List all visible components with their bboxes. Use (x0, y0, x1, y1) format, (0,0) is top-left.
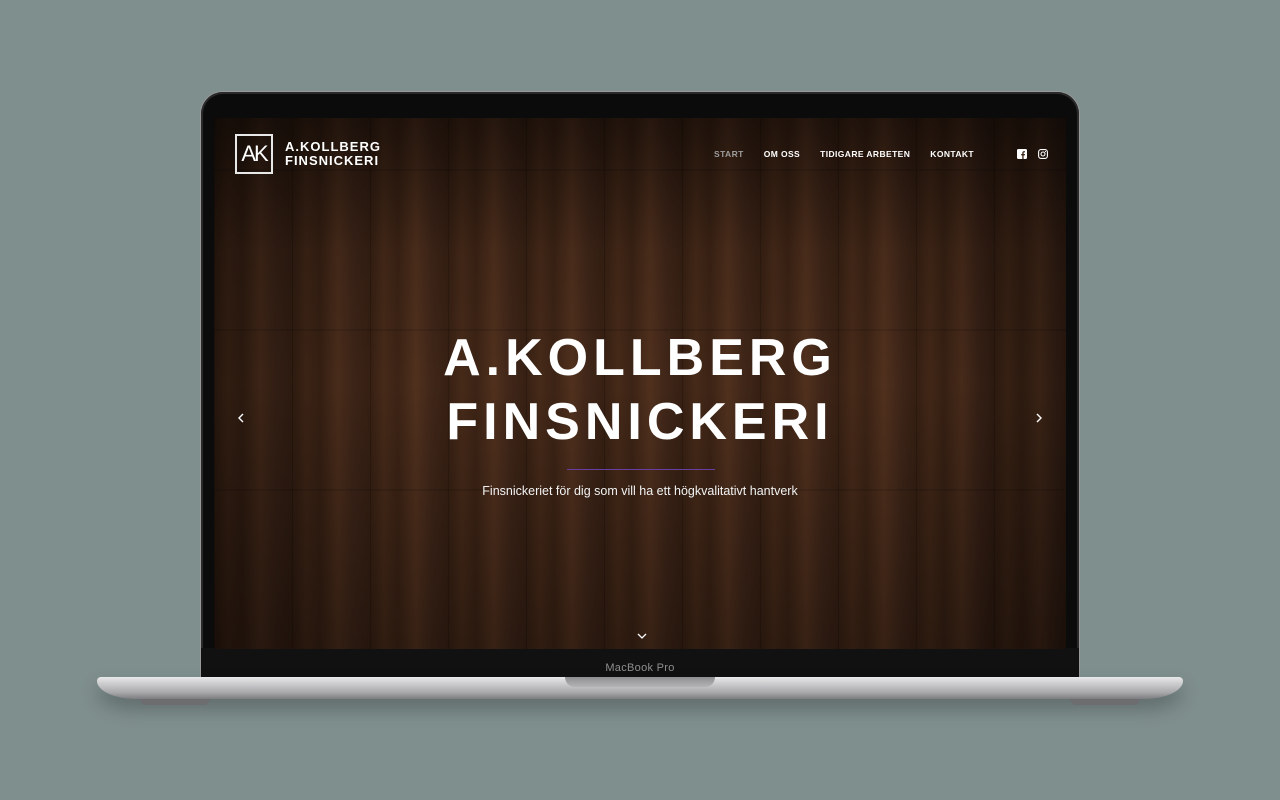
hero-title-line-2: FINSNICKERI (446, 393, 834, 451)
hero-divider (567, 469, 715, 470)
device-model-label: MacBook Pro (605, 662, 675, 674)
social-links (1016, 148, 1048, 159)
logo-line-2: FINSNICKERI (285, 153, 380, 168)
website-screen: AK A.KOLLBERG FINSNICKERI START OM OSS T… (214, 118, 1066, 649)
nav-item-kontakt[interactable]: KONTAKT (930, 149, 974, 159)
scroll-down-chevron-icon[interactable] (635, 629, 649, 643)
nav-item-tidigare-arbeten[interactable]: TIDIGARE ARBETEN (820, 149, 910, 159)
main-nav: START OM OSS TIDIGARE ARBETEN KONTAKT (714, 149, 974, 159)
instagram-icon[interactable] (1037, 148, 1048, 159)
hero-title-line-1: A.KOLLBERG (443, 329, 837, 387)
logo-text: A.KOLLBERG FINSNICKERI (285, 140, 381, 168)
hero-subtitle: Finsnickeriet för dig som vill ha ett hö… (482, 484, 798, 498)
laptop-foot-right (1070, 699, 1140, 705)
hero-title: A.KOLLBERG FINSNICKERI (214, 326, 1066, 454)
site-logo[interactable]: AK A.KOLLBERG FINSNICKERI (235, 134, 381, 174)
logo-line-1: A.KOLLBERG (285, 139, 381, 154)
laptop-foot-left (140, 699, 210, 705)
nav-item-om-oss[interactable]: OM OSS (764, 149, 800, 159)
facebook-icon[interactable] (1016, 148, 1027, 159)
nav-item-start[interactable]: START (714, 149, 744, 159)
laptop-notch (565, 677, 715, 687)
device-mockup: MacBook Pro AK A.KOLLBERG FINSNICKERI ST… (0, 0, 1280, 800)
logo-mark: AK (235, 134, 273, 174)
